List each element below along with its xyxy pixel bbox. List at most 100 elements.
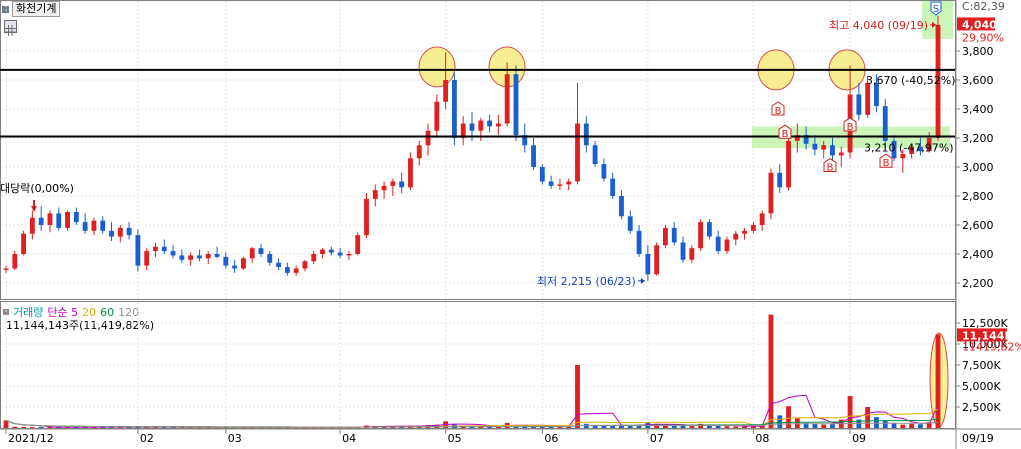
buy-marker-label: B	[883, 158, 890, 169]
candle-body	[293, 268, 299, 273]
candle-body	[715, 236, 721, 252]
volume-bar	[733, 426, 739, 428]
candle-body	[109, 230, 114, 237]
candle-body	[12, 254, 18, 269]
candle-body	[337, 252, 343, 256]
volume-bar	[865, 407, 871, 428]
volume-bar	[768, 314, 774, 428]
candle-body	[135, 235, 141, 266]
candle-body	[381, 185, 387, 191]
volume-bar	[900, 424, 906, 428]
volume-bar	[786, 406, 791, 428]
last-price-label: 4,040	[962, 18, 997, 31]
volume-bar	[935, 334, 941, 428]
candle-body	[390, 181, 396, 186]
candle-body	[240, 258, 246, 269]
candle-body	[531, 145, 536, 167]
volume-bar	[742, 426, 747, 428]
price-tick-label: 2,400	[962, 248, 994, 261]
volume-bar	[12, 426, 18, 428]
volume-bar	[715, 425, 721, 428]
volume-tick-label: 7,500K	[962, 359, 1001, 372]
candle-body	[645, 254, 651, 275]
price-axis: 2,200 2,400 2,600 2,800 3,000 3,200 3,400 3,600…	[956, 0, 1005, 290]
candle-body	[205, 254, 211, 259]
candle-body	[320, 249, 325, 254]
candle-body	[513, 74, 519, 136]
volume-bar	[794, 417, 800, 428]
candle-body	[680, 242, 686, 260]
date-tick-label: 04	[342, 432, 356, 445]
candle-body	[3, 268, 9, 270]
candle-body	[73, 211, 79, 223]
candle-body	[548, 181, 554, 186]
date-tick-label: 05	[448, 432, 462, 445]
sell-marker-label: S	[933, 4, 939, 15]
low-annotation: 최저 2,215 (06/23)	[537, 275, 636, 288]
candle-body	[601, 164, 607, 179]
candle-body	[258, 248, 264, 254]
date-tick-label: 09	[852, 432, 866, 445]
volume-bar	[724, 426, 730, 428]
date-tick-label: 2021/12	[8, 432, 54, 445]
candle-body	[223, 256, 229, 266]
volume-bar	[29, 427, 35, 428]
candle-body	[698, 222, 704, 249]
candle-body	[742, 230, 747, 234]
candle-body	[812, 143, 818, 150]
last-volume-pct: 11419,82%	[962, 340, 1021, 353]
change-pct-label: 29,90%	[962, 31, 1004, 44]
candle-body	[425, 130, 431, 146]
candle-body	[469, 123, 475, 131]
buy-marker-label: B	[847, 122, 854, 133]
volume-tick-label: 2,500K	[962, 401, 1001, 414]
candle-body	[768, 172, 774, 214]
candle-body	[636, 230, 642, 254]
volume-bar	[689, 425, 695, 428]
candle-body	[346, 254, 352, 256]
candle-body	[487, 120, 493, 127]
candle-body	[117, 227, 123, 237]
candle-body	[750, 225, 756, 231]
volume-bar	[21, 426, 27, 428]
candle-body	[838, 152, 844, 156]
candle-body	[733, 233, 739, 240]
candle-body	[179, 255, 185, 260]
candle-body	[21, 233, 27, 254]
volume-bar	[812, 423, 818, 428]
date-tick-label: 02	[140, 432, 154, 445]
price-tick-label: 3,800	[962, 45, 994, 58]
price-tick-label: 2,800	[962, 190, 994, 203]
volume-tick-label: 12,500K	[962, 317, 1008, 330]
candle-body	[416, 145, 422, 159]
candle-body	[495, 123, 501, 127]
candle-body	[443, 80, 449, 102]
candle-body	[29, 217, 35, 234]
chart-canvas[interactable]: 2,200 2,400 2,600 2,800 3,000 3,200 3,400 3,600…	[0, 0, 1021, 449]
volume-bar	[777, 415, 783, 428]
candle-body	[276, 262, 281, 268]
candle-body	[38, 217, 44, 225]
volume-axis: 2,500K5,000K7,500K10,000K12,500K11,144K1…	[956, 317, 1021, 414]
price-tick-label: 3,400	[962, 103, 994, 116]
candle-body	[900, 153, 906, 159]
candle-body	[144, 251, 150, 266]
price-tick-label: 3,000	[962, 161, 994, 174]
horizontal-gridlines	[1, 50, 955, 408]
buy-marker-label: B	[782, 129, 789, 140]
volume-bar	[575, 365, 580, 428]
volume-tick-label: 5,000K	[962, 380, 1001, 393]
candle-body	[689, 248, 695, 260]
candle-body	[267, 254, 273, 263]
candle-body	[830, 145, 835, 156]
candle-body	[786, 140, 791, 188]
candle-body	[232, 265, 238, 269]
start-arrow	[31, 200, 37, 212]
candle-body	[724, 239, 730, 252]
price-tick-label: 2,200	[962, 277, 994, 290]
candle-body	[56, 213, 62, 228]
volume-bar	[671, 425, 677, 428]
candle-body	[82, 222, 88, 231]
volume-bar	[874, 417, 879, 428]
candle-body	[627, 216, 633, 231]
